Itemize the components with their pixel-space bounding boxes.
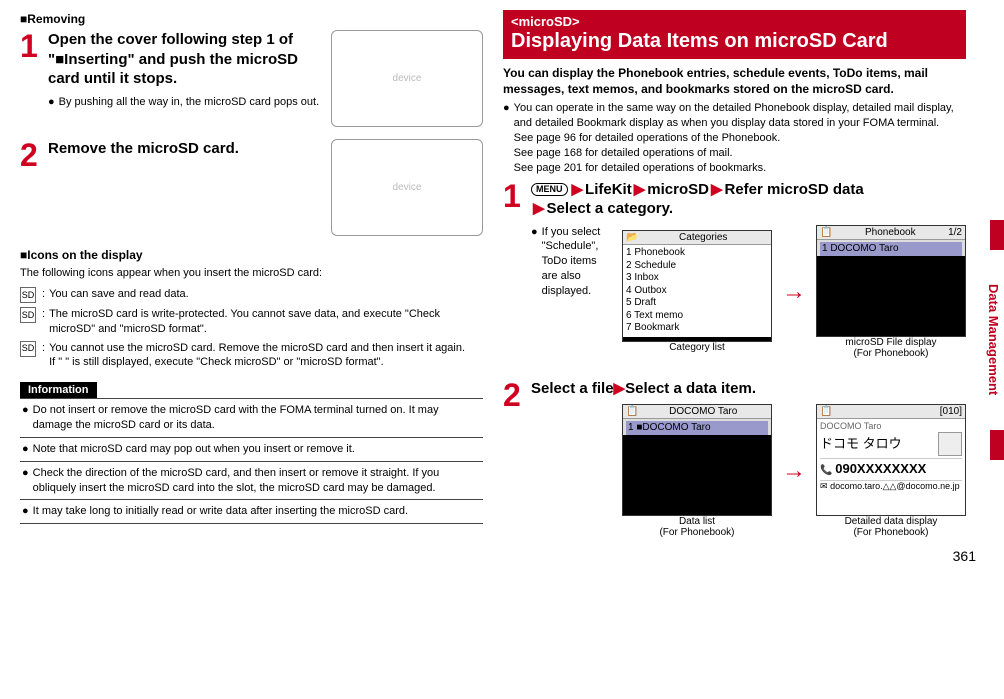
nav-path-1: MENU▶LifeKit▶microSD▶Refer microSD data … (531, 180, 966, 219)
nav-microsd: microSD (647, 181, 709, 198)
screen-file-display: 📋 Phonebook 1/2 1 DOCOMO Taro microSD Fi… (816, 225, 966, 359)
right-step-number-1: 1 (503, 180, 525, 212)
avatar-icon (938, 432, 962, 456)
bullet-icon: ● (22, 504, 29, 519)
right-step2-title: Select a file▶Select a data item. (531, 379, 966, 399)
detail-badge: [010] (940, 406, 962, 417)
device-illustration-2: device (331, 139, 483, 236)
bullet-icon: ● (503, 101, 510, 175)
nav-refer: Refer microSD data (725, 181, 864, 198)
icon1-text: You can save and read data. (49, 287, 189, 302)
screen-data-list: 📋DOCOMO Taro 1 ■DOCOMO Taro Data list (F… (622, 404, 772, 538)
banner-sub: <microSD> (511, 14, 958, 29)
note3: See page 168 for detailed operations of … (514, 146, 966, 161)
colon: : (42, 307, 45, 322)
step1-title: Open the cover following step 1 of "■Ins… (48, 30, 323, 89)
data-item: 1 ■DOCOMO Taro (626, 421, 768, 436)
sd-icon: SD (20, 287, 36, 303)
detail-mail: docomo.taro.△△@docomo.ne.jp (830, 481, 960, 491)
data-title: DOCOMO Taro (669, 406, 737, 417)
icon2-text: The microSD card is write-protected. You… (49, 307, 483, 337)
detail-kana: DOCOMO Taro (820, 421, 962, 432)
screen-detail-display: 📋[010] DOCOMO Taro ドコモ タロウ 📞 090XXXXXXXX (816, 404, 966, 538)
menu-button-icon: MENU (531, 183, 568, 197)
step1-bullet-text: By pushing all the way in, the microSD c… (59, 95, 319, 110)
step-number-1: 1 (20, 30, 42, 62)
cat-caption: Category list (622, 342, 772, 353)
file-caption2: (For Phonebook) (816, 348, 966, 359)
info3-text: Check the direction of the microSD card,… (33, 466, 481, 496)
step2-title: Remove the microSD card. (48, 139, 323, 159)
icon3b-text: If " " is still displayed, execute "Chec… (49, 355, 465, 370)
cat-item: 1 Phonebook (626, 247, 768, 260)
screen-category-list: 📂Categories 1 Phonebook 2 Schedule 3 Inb… (622, 230, 772, 353)
information-heading: Information (20, 382, 97, 398)
mail-icon: ✉ (820, 481, 828, 491)
note4: See page 201 for detailed operations of … (514, 161, 966, 176)
cat-item: 5 Draft (626, 297, 768, 310)
file-caption1: microSD File display (816, 337, 966, 348)
note1: You can operate in the same way on the d… (514, 101, 966, 131)
phone-icon: 📞 (820, 465, 832, 476)
side-tab-bar (990, 430, 1004, 460)
arrow-right-icon: → (782, 278, 806, 306)
page-number: 361 (953, 548, 976, 564)
device-illustration-1: device (331, 30, 483, 127)
info1-text: Do not insert or remove the microSD card… (33, 403, 481, 433)
sd-protected-icon: SD (20, 307, 36, 323)
info2-text: Note that microSD card may pop out when … (33, 442, 355, 457)
arrow-right-icon: → (782, 457, 806, 485)
nav-sep-icon: ▶ (614, 380, 626, 397)
file-title-right: 1/2 (948, 227, 962, 238)
removing-heading: ■Removing (20, 12, 483, 26)
bullet-icon: ● (22, 442, 29, 457)
step-number-2: 2 (20, 139, 42, 171)
data-caption1: Data list (622, 516, 772, 527)
icon3a-text: You cannot use the microSD card. Remove … (49, 341, 465, 356)
detail-caption1: Detailed data display (816, 516, 966, 527)
nav-sep-icon: ▶ (572, 181, 584, 198)
info4-text: It may take long to initially read or wr… (33, 504, 408, 519)
nav-select-cat: Select a category. (547, 200, 673, 217)
cat-item: 2 Schedule (626, 260, 768, 273)
right-step-number-2: 2 (503, 379, 525, 411)
feature-banner: <microSD> Displaying Data Items on micro… (503, 10, 966, 59)
colon: : (42, 341, 45, 356)
detail-name: ドコモ タロウ (820, 436, 902, 452)
detail-caption2: (For Phonebook) (816, 527, 966, 538)
icons-intro: The following icons appear when you inse… (20, 266, 483, 281)
bullet-icon: ● (531, 225, 538, 363)
nav-lifekit: LifeKit (585, 181, 632, 198)
detail-phone: 090XXXXXXXX (835, 461, 926, 476)
cat-item: 7 Bookmark (626, 322, 768, 335)
file-title-left: Phonebook (865, 227, 916, 238)
note2: See page 96 for detailed operations of t… (514, 131, 966, 146)
information-box: ●Do not insert or remove the microSD car… (20, 398, 483, 524)
data-caption2: (For Phonebook) (622, 527, 772, 538)
sd-error-icon: SD (20, 341, 36, 357)
lead-text: You can display the Phonebook entries, s… (503, 65, 966, 97)
file-item: 1 DOCOMO Taro (820, 242, 962, 257)
cat-item: 3 Inbox (626, 272, 768, 285)
bullet-icon: ● (22, 466, 29, 496)
icons-heading: ■Icons on the display (20, 248, 483, 262)
colon: : (42, 287, 45, 302)
bullet-icon: ● (48, 95, 55, 110)
cat-item: 4 Outbox (626, 285, 768, 298)
nav-sep-icon: ▶ (533, 200, 545, 217)
side-tab-label: Data Management (986, 220, 1001, 460)
step2-part2: Select a data item. (625, 380, 756, 397)
right-step1-bullet: If you select "Schedule", ToDo items are… (542, 225, 614, 363)
cat-item: 6 Text memo (626, 310, 768, 323)
step2-part1: Select a file (531, 380, 614, 397)
banner-main: Displaying Data Items on microSD Card (511, 29, 958, 53)
screen-cat-title: Categories (679, 232, 727, 243)
bullet-icon: ● (22, 403, 29, 433)
nav-sep-icon: ▶ (711, 181, 723, 198)
nav-sep-icon: ▶ (634, 181, 646, 198)
